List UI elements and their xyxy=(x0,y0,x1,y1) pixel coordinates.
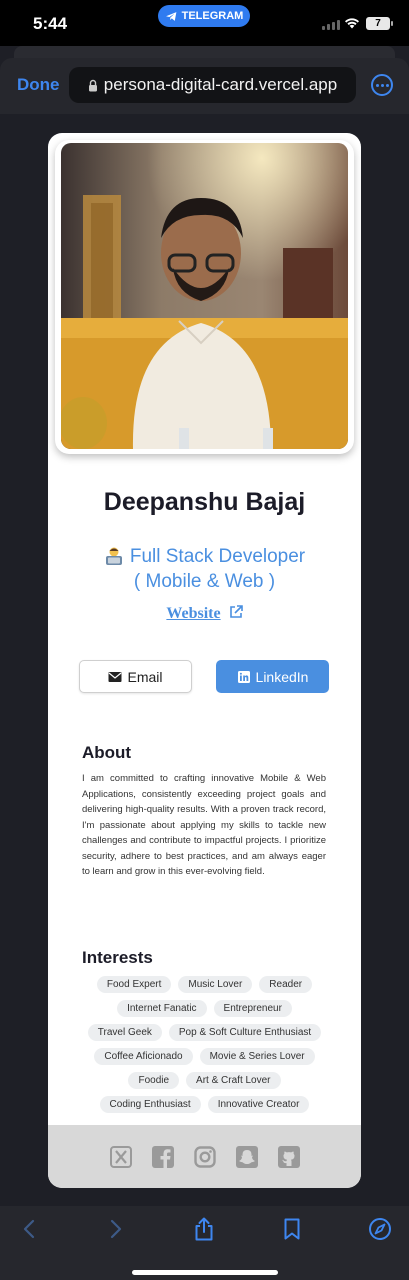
status-bar: 5:44 TELEGRAM 7 xyxy=(0,0,409,46)
compass-icon[interactable] xyxy=(367,1216,393,1242)
more-dots-icon xyxy=(375,83,379,87)
bookmarks-icon[interactable] xyxy=(279,1216,305,1242)
wifi-icon xyxy=(345,18,359,29)
linkedin-icon xyxy=(237,670,250,683)
battery-icon: 7 xyxy=(366,17,393,30)
linkedin-label: LinkedIn xyxy=(255,668,309,685)
email-button[interactable]: Email xyxy=(79,660,192,693)
social-footer xyxy=(48,1125,361,1188)
interest-chip: Coffee Aficionado xyxy=(94,1048,193,1065)
interest-chip: Food Expert xyxy=(96,976,172,993)
external-link-icon xyxy=(229,605,243,618)
cellular-signal-icon xyxy=(322,20,340,30)
home-indicator[interactable] xyxy=(132,1270,278,1275)
github-icon[interactable] xyxy=(277,1145,300,1168)
profile-name: Deepanshu Bajaj xyxy=(103,488,306,516)
instagram-icon[interactable] xyxy=(193,1145,216,1168)
more-options-button[interactable] xyxy=(371,74,393,96)
telegram-icon xyxy=(165,11,176,21)
web-page[interactable]: Deepanshu Bajaj Full Stack Developer ( M… xyxy=(0,114,409,1206)
about-text: I am committed to crafting innovative Mo… xyxy=(82,773,326,877)
interest-chip: Travel Geek xyxy=(87,1024,162,1041)
telegram-return-pill[interactable]: TELEGRAM xyxy=(158,5,250,27)
interest-chip: Foodie xyxy=(128,1072,180,1089)
lock-icon xyxy=(88,79,97,91)
interest-chip: Internet Fanatic xyxy=(117,1000,207,1017)
x-icon[interactable] xyxy=(109,1145,132,1168)
url-text: persona-digital-card.vercel.app xyxy=(103,75,338,94)
envelope-icon xyxy=(108,671,122,682)
technologist-emoji-icon xyxy=(105,547,122,565)
interest-chip: Art & Craft Lover xyxy=(186,1072,281,1089)
facebook-icon[interactable] xyxy=(151,1145,174,1168)
website-link[interactable]: Website xyxy=(48,605,361,623)
website-label: Website xyxy=(166,605,221,622)
status-time: 5:44 xyxy=(33,14,68,33)
address-bar[interactable]: persona-digital-card.vercel.app xyxy=(69,67,356,103)
about-heading: About xyxy=(82,743,132,762)
snapchat-icon[interactable] xyxy=(235,1145,258,1168)
interests-heading: Interests xyxy=(82,948,153,967)
battery-level: 7 xyxy=(375,18,381,29)
interest-chip: Coding Enthusiast xyxy=(99,1096,201,1113)
interest-chip: Music Lover xyxy=(178,976,253,993)
interest-chip: Entrepreneur xyxy=(213,1000,292,1017)
profile-card: Deepanshu Bajaj Full Stack Developer ( M… xyxy=(48,133,361,1188)
role-line-1: Full Stack Developer xyxy=(48,546,361,568)
browser-toolbar xyxy=(0,1206,409,1280)
profile-photo-frame xyxy=(55,140,354,454)
forward-arrow-icon[interactable] xyxy=(103,1216,129,1242)
email-label: Email xyxy=(127,668,163,685)
interest-chip: Pop & Soft Culture Enthusiast xyxy=(168,1024,322,1041)
back-arrow-icon[interactable] xyxy=(16,1216,42,1242)
interest-chip: Movie & Series Lover xyxy=(199,1048,315,1065)
done-button[interactable]: Done xyxy=(17,75,60,95)
role-title: Full Stack Developer xyxy=(129,546,306,567)
interest-chip: Innovative Creator xyxy=(207,1096,310,1113)
linkedin-button[interactable]: LinkedIn xyxy=(216,660,329,693)
interests-list: Food Expert Music Lover Reader Internet … xyxy=(82,976,327,1113)
telegram-label: TELEGRAM xyxy=(181,10,244,22)
role-line-2: ( Mobile & Web ) xyxy=(133,571,276,592)
profile-photo xyxy=(61,143,348,449)
share-icon[interactable] xyxy=(191,1216,217,1242)
browser-header: Done persona-digital-card.vercel.app xyxy=(0,58,409,114)
interest-chip: Reader xyxy=(259,976,313,993)
